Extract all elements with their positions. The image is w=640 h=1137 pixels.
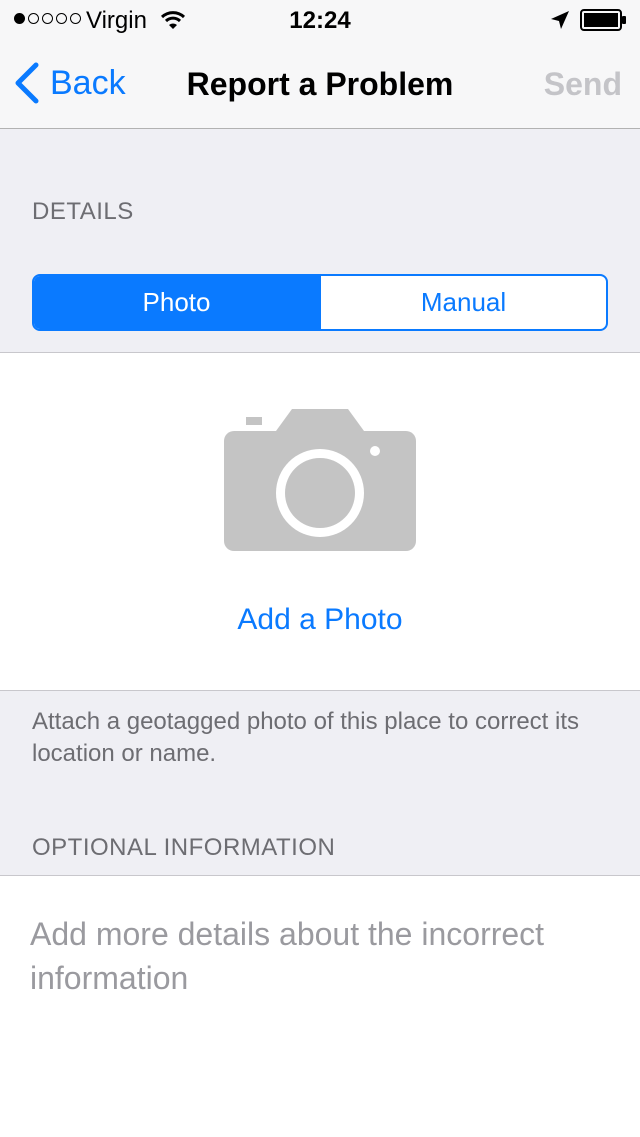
segment-manual[interactable]: Manual [319,276,606,329]
details-segmented-control: Photo Manual [32,274,608,331]
segment-photo[interactable]: Photo [34,276,319,329]
navigation-bar: Back Report a Problem Send [0,40,640,129]
add-photo-button[interactable]: Add a Photo [0,603,640,637]
battery-icon [580,9,626,31]
status-bar: Virgin 12:24 [0,0,640,40]
location-arrow-icon [551,11,569,29]
optional-details-placeholder: Add more details about the incorrect inf… [30,916,545,996]
camera-icon[interactable] [224,409,416,551]
photo-footer-note: Attach a geotagged photo of this place t… [32,708,580,767]
send-button[interactable]: Send [544,66,622,103]
photo-card: Add a Photo [0,352,640,691]
status-time: 12:24 [289,7,351,34]
optional-section-header: OPTIONAL INFORMATION [32,834,336,861]
details-section-header: DETAILS [32,198,134,225]
optional-details-field[interactable]: Add more details about the incorrect inf… [0,875,640,1137]
